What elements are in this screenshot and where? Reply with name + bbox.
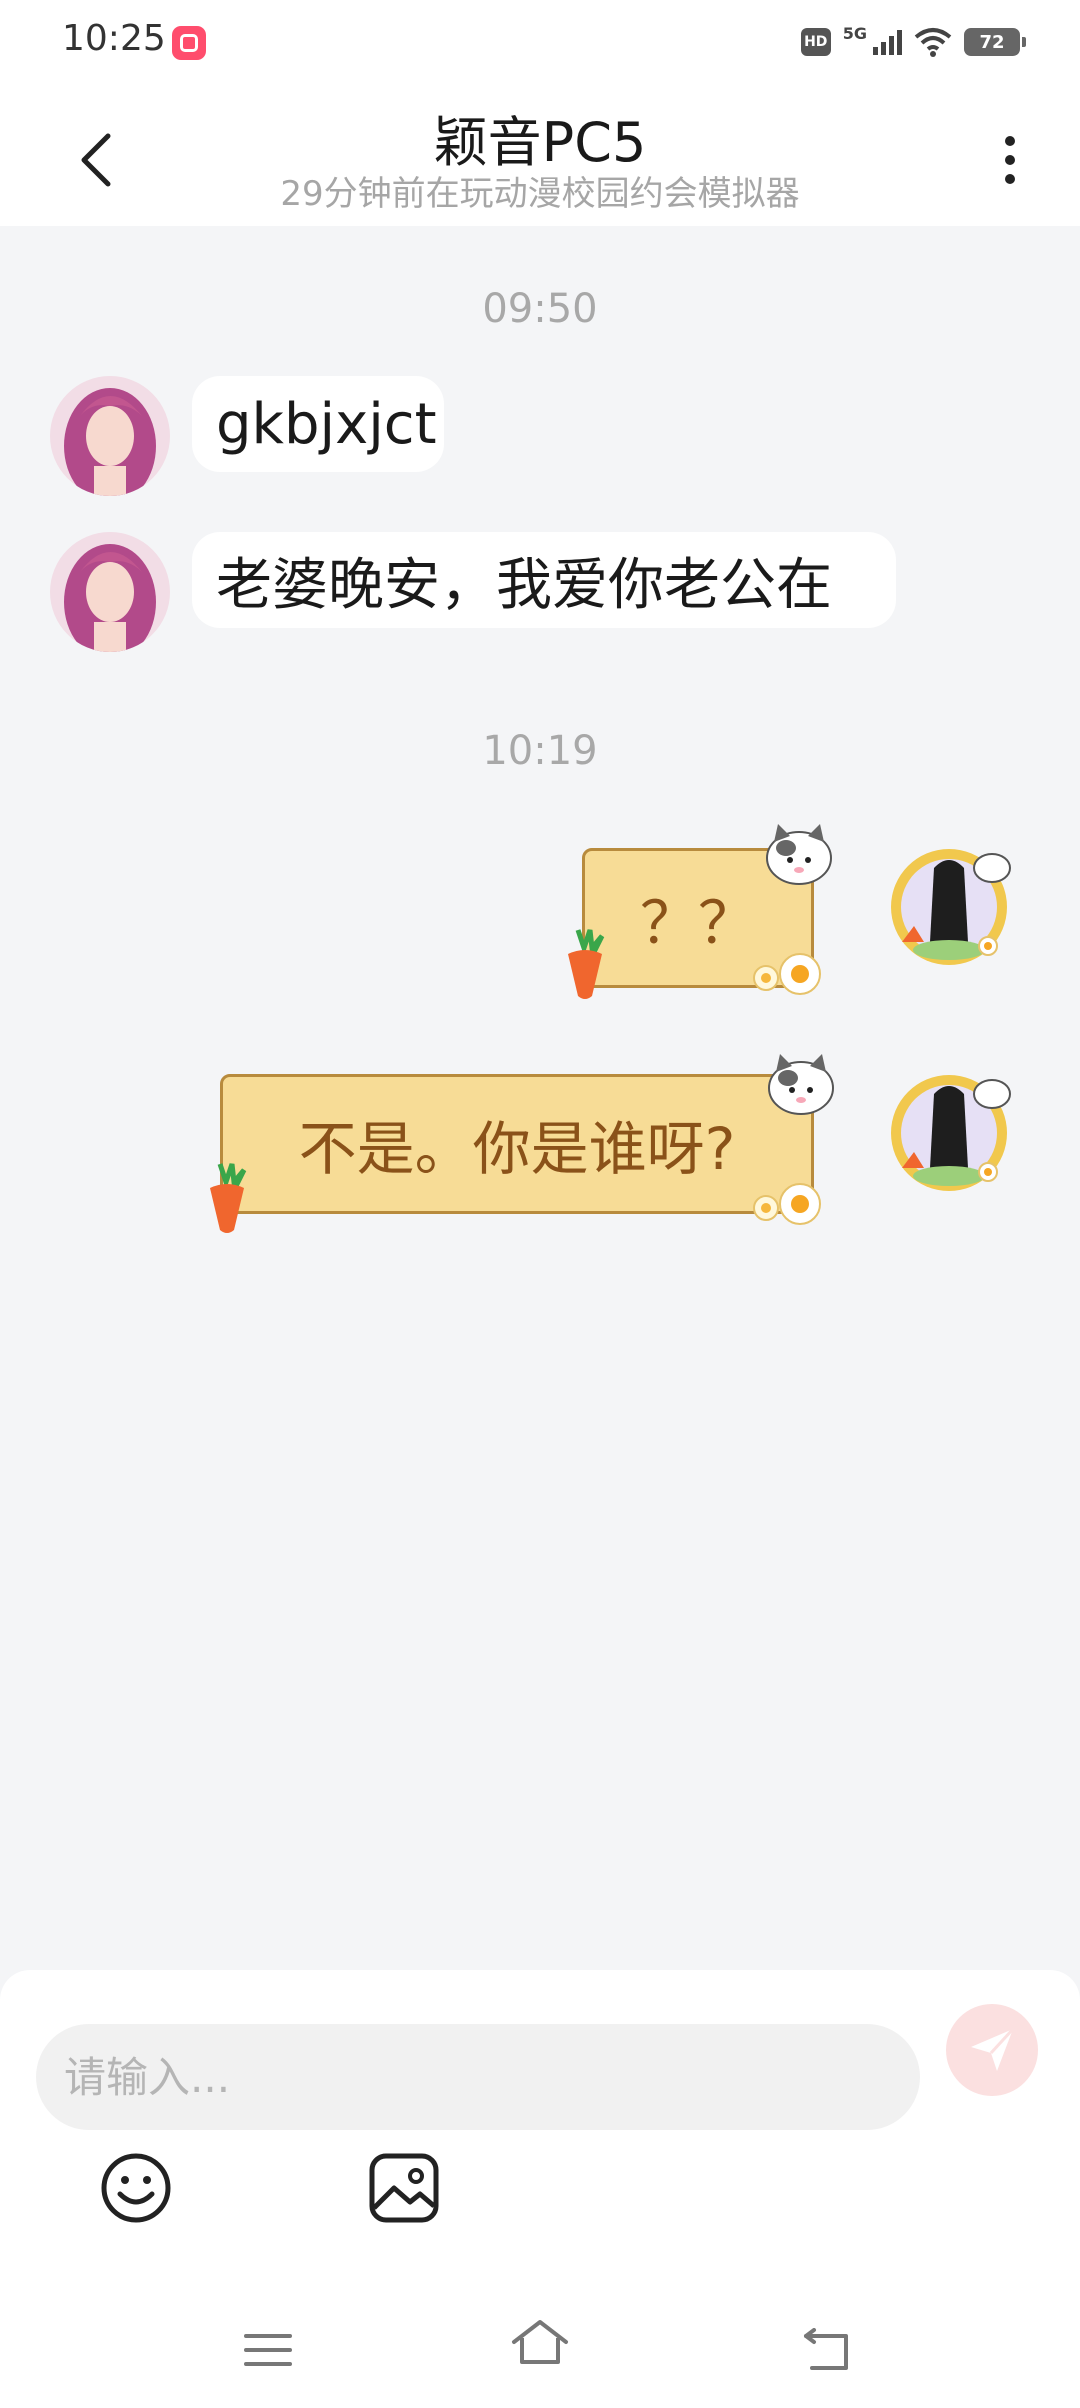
- chevron-left-icon: [81, 133, 111, 187]
- signal-icon: [873, 29, 902, 55]
- self-avatar[interactable]: [884, 842, 1014, 972]
- message-timestamp: 09:50: [482, 286, 598, 332]
- smiley-icon: [101, 2153, 171, 2223]
- more-button[interactable]: [980, 124, 1040, 196]
- message-bubble-incoming[interactable]: 老婆晚安，我爱你老公在: [192, 532, 896, 628]
- chat-subtitle: 29分钟前在玩动漫校园约会模拟器: [280, 174, 800, 214]
- image-icon: [369, 2153, 439, 2223]
- nav-home-button[interactable]: [508, 2310, 572, 2374]
- menu-icon: [244, 2334, 292, 2366]
- app-notification-icon: [172, 26, 206, 60]
- nav-menu-button[interactable]: [236, 2318, 300, 2382]
- carrot-icon: [568, 929, 605, 999]
- image-button[interactable]: [364, 2148, 444, 2228]
- back-arrow-icon: [804, 2328, 848, 2370]
- back-button[interactable]: [60, 124, 132, 196]
- message-input[interactable]: [36, 2024, 920, 2130]
- battery-icon: 72: [964, 28, 1026, 56]
- egg-flower-icon: [753, 1183, 821, 1225]
- status-bar: 10:25 HD 5G 72: [0, 0, 1080, 84]
- nav-back-button[interactable]: [794, 2318, 858, 2382]
- carrot-icon: [210, 1163, 247, 1233]
- wifi-icon: [914, 28, 952, 57]
- emoji-button[interactable]: [96, 2148, 176, 2228]
- chat-header: 颖音PC5 29分钟前在玩动漫校园约会模拟器: [0, 84, 1080, 226]
- contact-avatar[interactable]: [50, 532, 170, 652]
- send-button[interactable]: [946, 2004, 1038, 2096]
- message-timestamp: 10:19: [482, 728, 598, 774]
- status-indicators: HD 5G 72: [800, 22, 1026, 62]
- network-type: 5G: [842, 24, 867, 43]
- hd-badge: HD: [800, 28, 831, 56]
- self-avatar[interactable]: [884, 1068, 1014, 1198]
- egg-flower-icon: [753, 953, 821, 995]
- status-time: 10:25: [62, 18, 166, 59]
- message-row-outgoing: ？？: [560, 820, 840, 1000]
- message-row-outgoing: 不是。你是谁呀?: [202, 1050, 842, 1233]
- paper-plane-icon: [971, 2027, 1015, 2071]
- home-icon: [512, 2320, 568, 2364]
- cat-sticker-icon: [768, 1054, 834, 1115]
- message-bubble-outgoing[interactable]: 不是。你是谁呀?: [220, 1074, 814, 1214]
- more-vertical-icon: [1005, 136, 1015, 146]
- cat-sticker-icon: [766, 824, 832, 885]
- message-bubble-incoming[interactable]: gkbjxjct: [192, 376, 444, 472]
- contact-avatar[interactable]: [50, 376, 170, 496]
